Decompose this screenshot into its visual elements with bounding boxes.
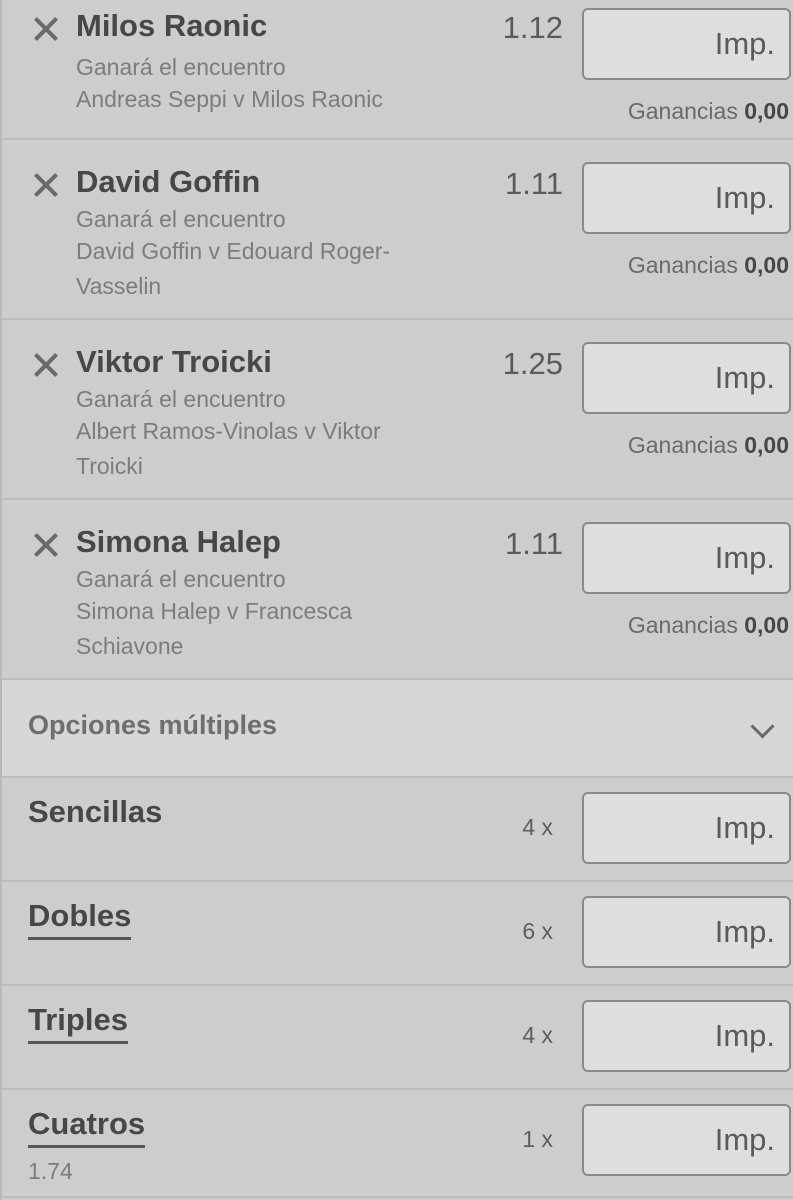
selection-name: Milos Raonic xyxy=(76,8,268,43)
multiple-options-title: Opciones múltiples xyxy=(28,710,278,740)
combo-name-link[interactable]: Cuatros xyxy=(28,1106,146,1148)
combo-odds: 1.74 xyxy=(28,1158,73,1184)
winnings-text: Ganancias 0,00 xyxy=(628,612,789,639)
stake-input[interactable] xyxy=(582,1104,791,1176)
combo-count: 4 x xyxy=(522,814,553,840)
bet-slip: Milos Raonic 1.12 Ganará el encuentro An… xyxy=(0,0,793,1200)
remove-selection-icon[interactable] xyxy=(30,350,60,380)
multiple-options-toggle[interactable]: Opciones múltiples xyxy=(2,680,793,778)
selection-market: Ganará el encuentro xyxy=(76,54,286,80)
selection-market: Ganará el encuentro xyxy=(76,386,286,412)
selection-event: Simona Halep v Francesca Schiavone xyxy=(76,598,353,659)
combo-name: Sencillas xyxy=(28,794,163,829)
selection-event: Albert Ramos-Vinolas v Viktor Troicki xyxy=(76,418,381,479)
winnings-label: Ganancias xyxy=(627,432,738,458)
selection-event: David Goffin v Edouard Roger-Vasselin xyxy=(76,238,391,299)
selection-event: Andreas Seppi v Milos Raonic xyxy=(76,86,383,112)
stake-input[interactable] xyxy=(582,8,791,80)
winnings-text: Ganancias 0,00 xyxy=(628,252,789,279)
combo-cuatros: Cuatros 1 x 1.74 xyxy=(2,1090,793,1198)
selection-david-goffin: David Goffin 1.11 Ganará el encuentro Da… xyxy=(2,140,793,320)
stake-input[interactable] xyxy=(582,896,791,968)
selection-market: Ganará el encuentro xyxy=(76,566,286,592)
selection-name: Viktor Troicki xyxy=(76,344,272,379)
combo-name-link[interactable]: Dobles xyxy=(28,898,132,940)
winnings-text: Ganancias 0,00 xyxy=(628,98,789,125)
stake-input[interactable] xyxy=(582,342,791,414)
combo-count: 6 x xyxy=(522,918,553,944)
selection-odds: 1.25 xyxy=(502,346,563,381)
combo-count: 1 x xyxy=(522,1126,553,1152)
winnings-value: 0,00 xyxy=(744,432,789,458)
selection-odds: 1.12 xyxy=(502,10,563,45)
chevron-down-icon xyxy=(750,714,775,739)
stake-input[interactable] xyxy=(582,1000,791,1072)
stake-input[interactable] xyxy=(582,522,791,594)
selection-simona-halep: Simona Halep 1.11 Ganará el encuentro Si… xyxy=(2,500,793,680)
winnings-value: 0,00 xyxy=(744,612,789,638)
selection-market: Ganará el encuentro xyxy=(76,206,286,232)
winnings-text: Ganancias 0,00 xyxy=(628,432,789,459)
winnings-value: 0,00 xyxy=(744,98,789,124)
remove-selection-icon[interactable] xyxy=(30,170,60,200)
winnings-label: Ganancias xyxy=(627,98,738,124)
selection-odds: 1.11 xyxy=(504,166,563,201)
combo-dobles: Dobles 6 x xyxy=(2,882,793,986)
winnings-label: Ganancias xyxy=(627,612,738,638)
remove-selection-icon[interactable] xyxy=(30,14,60,44)
remove-selection-icon[interactable] xyxy=(30,530,60,560)
stake-input[interactable] xyxy=(582,162,791,234)
selection-name: David Goffin xyxy=(76,164,261,199)
selection-odds: 1.11 xyxy=(504,526,563,561)
combo-name-link[interactable]: Triples xyxy=(28,1002,128,1044)
combo-count: 4 x xyxy=(522,1022,553,1048)
selection-milos-raonic: Milos Raonic 1.12 Ganará el encuentro An… xyxy=(2,0,793,140)
winnings-label: Ganancias xyxy=(627,252,738,278)
stake-input[interactable] xyxy=(582,792,791,864)
selection-name: Simona Halep xyxy=(76,524,281,559)
winnings-value: 0,00 xyxy=(744,252,789,278)
selection-viktor-troicki: Viktor Troicki 1.25 Ganará el encuentro … xyxy=(2,320,793,500)
combo-sencillas: Sencillas 4 x xyxy=(2,778,793,882)
combo-triples: Triples 4 x xyxy=(2,986,793,1090)
